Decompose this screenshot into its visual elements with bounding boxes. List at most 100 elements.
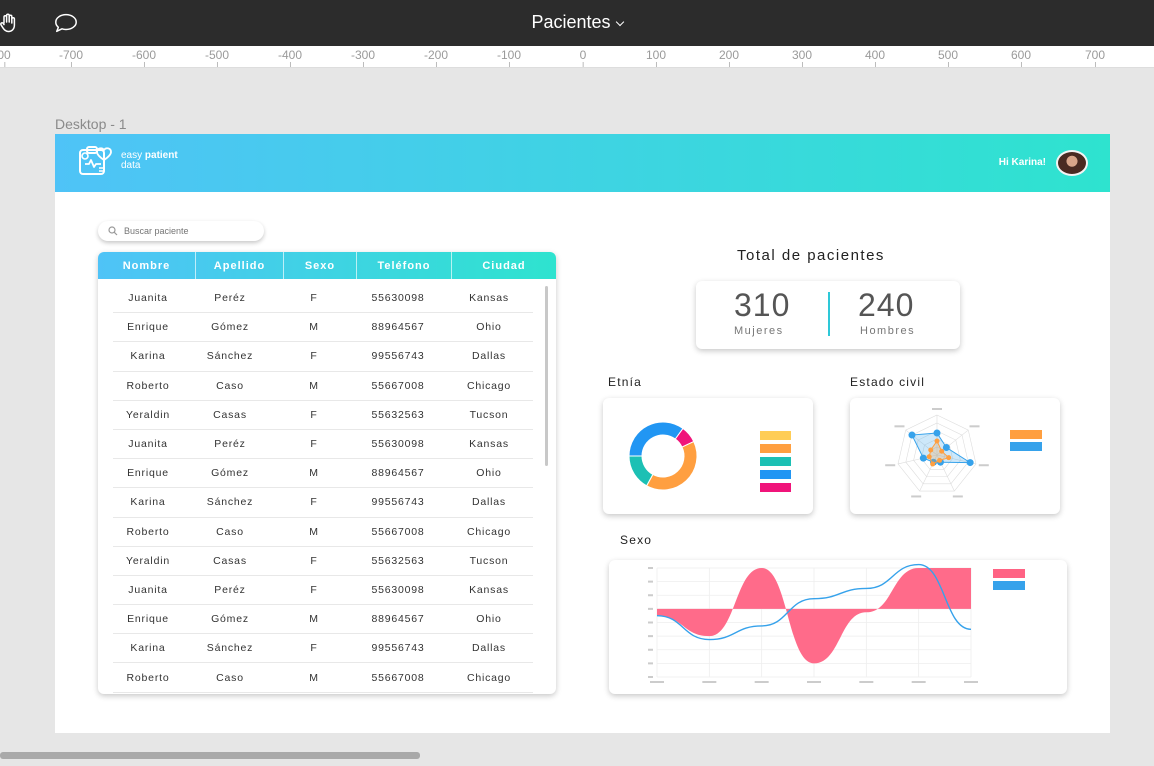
table-cell: Peréz bbox=[214, 292, 246, 305]
table-row[interactable]: Juanita Peréz F 55630098 Kansas bbox=[113, 430, 533, 460]
brand-logo[interactable]: easy patient data bbox=[77, 144, 178, 178]
legend-swatch bbox=[1010, 442, 1042, 451]
y-tick-mark bbox=[648, 648, 653, 651]
table-cell: M bbox=[309, 467, 319, 480]
table-cell: 99556743 bbox=[371, 350, 425, 363]
search-box[interactable] bbox=[98, 221, 264, 241]
horizontal-ruler: 00 -700 -600 -500 -400 -300 -200 -100 0 100 200 300… bbox=[0, 46, 1154, 68]
table-row[interactable]: Roberto Caso M 55667008 Chicago bbox=[113, 372, 533, 401]
table-cell: Caso bbox=[216, 379, 244, 392]
men-count: 240 bbox=[858, 287, 915, 323]
table-cell: 55632563 bbox=[371, 408, 425, 421]
table-cell: Ohio bbox=[476, 613, 502, 626]
women-count: 310 bbox=[734, 287, 791, 323]
radar-axis-mark bbox=[911, 495, 922, 498]
table-cell: 55632563 bbox=[371, 554, 425, 567]
table-row[interactable]: Karina Sánchez F 99556743 Dallas bbox=[113, 634, 533, 664]
x-tick-mark bbox=[859, 681, 874, 683]
table-cell: Kansas bbox=[469, 438, 509, 451]
table-body: Juanita Peréz F 55630098 Kansas Enrique Gómez M… bbox=[98, 284, 538, 693]
donut-slice bbox=[628, 455, 654, 487]
table-cell: Gómez bbox=[211, 467, 249, 480]
table-cell: Peréz bbox=[214, 438, 246, 451]
legend-swatch bbox=[1010, 430, 1042, 439]
table-cell: Juanita bbox=[128, 438, 168, 451]
etnia-donut-chart bbox=[628, 421, 791, 492]
column-header-apellido[interactable]: Apellido bbox=[196, 252, 284, 279]
table-cell: Chicago bbox=[466, 671, 512, 684]
file-title-text: Pacientes bbox=[531, 12, 611, 32]
table-cell: Caso bbox=[216, 671, 244, 684]
ruler-tick: -700 bbox=[58, 48, 84, 67]
table-cell: Kansas bbox=[469, 292, 509, 305]
table-cell: M bbox=[309, 379, 319, 392]
ruler-tick: 400 bbox=[864, 48, 886, 67]
table-cell: Roberto bbox=[126, 671, 170, 684]
chevron-down-icon[interactable] bbox=[615, 17, 624, 27]
table-cell: Enrique bbox=[127, 321, 169, 334]
table-row[interactable]: Yeraldin Casas F 55632563 Tucson bbox=[113, 401, 533, 430]
table-row[interactable]: Roberto Caso M 55667008 Chicago bbox=[113, 663, 533, 693]
ruler-tick: 300 bbox=[791, 48, 813, 67]
donut-slice bbox=[645, 440, 698, 491]
frame-label[interactable]: Desktop - 1 bbox=[55, 116, 127, 132]
clipboard-heart-icon bbox=[79, 146, 112, 175]
table-row[interactable]: Enrique Gómez M 88964567 Ohio bbox=[113, 313, 533, 343]
totals-card: 310 Mujeres 240 Hombres bbox=[696, 281, 960, 349]
table-row[interactable]: Enrique Gómez M 88964567 Ohio bbox=[113, 459, 533, 489]
search-input[interactable] bbox=[124, 226, 254, 236]
table-row[interactable]: Juanita Peréz F 55630098 Kansas bbox=[113, 576, 533, 606]
patients-table: Nombre Apellido Sexo Teléfono Ciudad Juanita… bbox=[98, 252, 556, 694]
radar-point bbox=[908, 431, 916, 439]
ruler-tick: -200 bbox=[423, 48, 449, 67]
table-scrollbar[interactable] bbox=[545, 286, 548, 466]
table-cell: 99556743 bbox=[371, 496, 425, 509]
table-row[interactable]: Enrique Gómez M 88964567 Ohio bbox=[113, 605, 533, 635]
x-tick-mark bbox=[807, 681, 821, 683]
table-header: Nombre Apellido Sexo Teléfono Ciudad bbox=[98, 252, 556, 279]
x-tick-mark bbox=[650, 681, 664, 683]
radar-point bbox=[930, 461, 936, 467]
table-cell: Ohio bbox=[476, 467, 502, 480]
x-tick-mark bbox=[911, 681, 926, 683]
estado-civil-radar-chart bbox=[885, 408, 1042, 498]
table-row[interactable]: Juanita Peréz F 55630098 Kansas bbox=[113, 284, 533, 314]
table-cell: Juanita bbox=[128, 292, 168, 305]
etnia-card bbox=[603, 398, 813, 514]
table-cell: 55667008 bbox=[371, 525, 425, 538]
canvas-horizontal-scrollbar[interactable] bbox=[0, 752, 420, 759]
women-label: Mujeres bbox=[734, 325, 784, 337]
legend-swatch bbox=[760, 470, 791, 479]
table-row[interactable]: Karina Sánchez F 99556743 Dallas bbox=[113, 342, 533, 372]
column-header-telefono[interactable]: Teléfono bbox=[357, 252, 452, 279]
y-tick-mark bbox=[648, 607, 653, 610]
ruler-tick: 700 bbox=[1084, 48, 1106, 67]
ruler-tick: -600 bbox=[131, 48, 157, 67]
avatar[interactable] bbox=[1056, 150, 1088, 176]
table-row[interactable]: Karina Sánchez F 99556743 Dallas bbox=[113, 488, 533, 518]
radar-point bbox=[926, 454, 932, 460]
column-header-sexo[interactable]: Sexo bbox=[284, 252, 357, 279]
column-header-nombre[interactable]: Nombre bbox=[98, 252, 196, 279]
radar-axis-mark bbox=[952, 495, 963, 498]
table-cell: 88964567 bbox=[371, 321, 425, 334]
file-title[interactable]: Pacientes bbox=[0, 12, 1154, 33]
table-cell: Roberto bbox=[126, 525, 170, 538]
table-row[interactable]: Roberto Caso M 55667008 Chicago bbox=[113, 518, 533, 547]
ruler-tick: -400 bbox=[277, 48, 303, 67]
radar-point bbox=[942, 444, 950, 452]
y-tick-mark bbox=[648, 635, 653, 638]
table-row[interactable]: Yeraldin Casas F 55632563 Tucson bbox=[113, 547, 533, 576]
brand-bold: patient bbox=[144, 150, 178, 161]
ruler-tick: 600 bbox=[1010, 48, 1032, 67]
column-header-ciudad[interactable]: Ciudad bbox=[452, 252, 556, 279]
table-cell: M bbox=[309, 613, 319, 626]
legend-swatch bbox=[993, 581, 1025, 590]
table-cell: 99556743 bbox=[371, 642, 425, 655]
table-cell: Enrique bbox=[127, 613, 169, 626]
legend-swatch bbox=[993, 569, 1025, 578]
table-cell: F bbox=[310, 642, 318, 655]
desktop-frame: easy patient data Hi Karina! NombreApell… bbox=[55, 134, 1110, 733]
table-cell: M bbox=[309, 671, 319, 684]
legend-swatch bbox=[760, 483, 791, 492]
